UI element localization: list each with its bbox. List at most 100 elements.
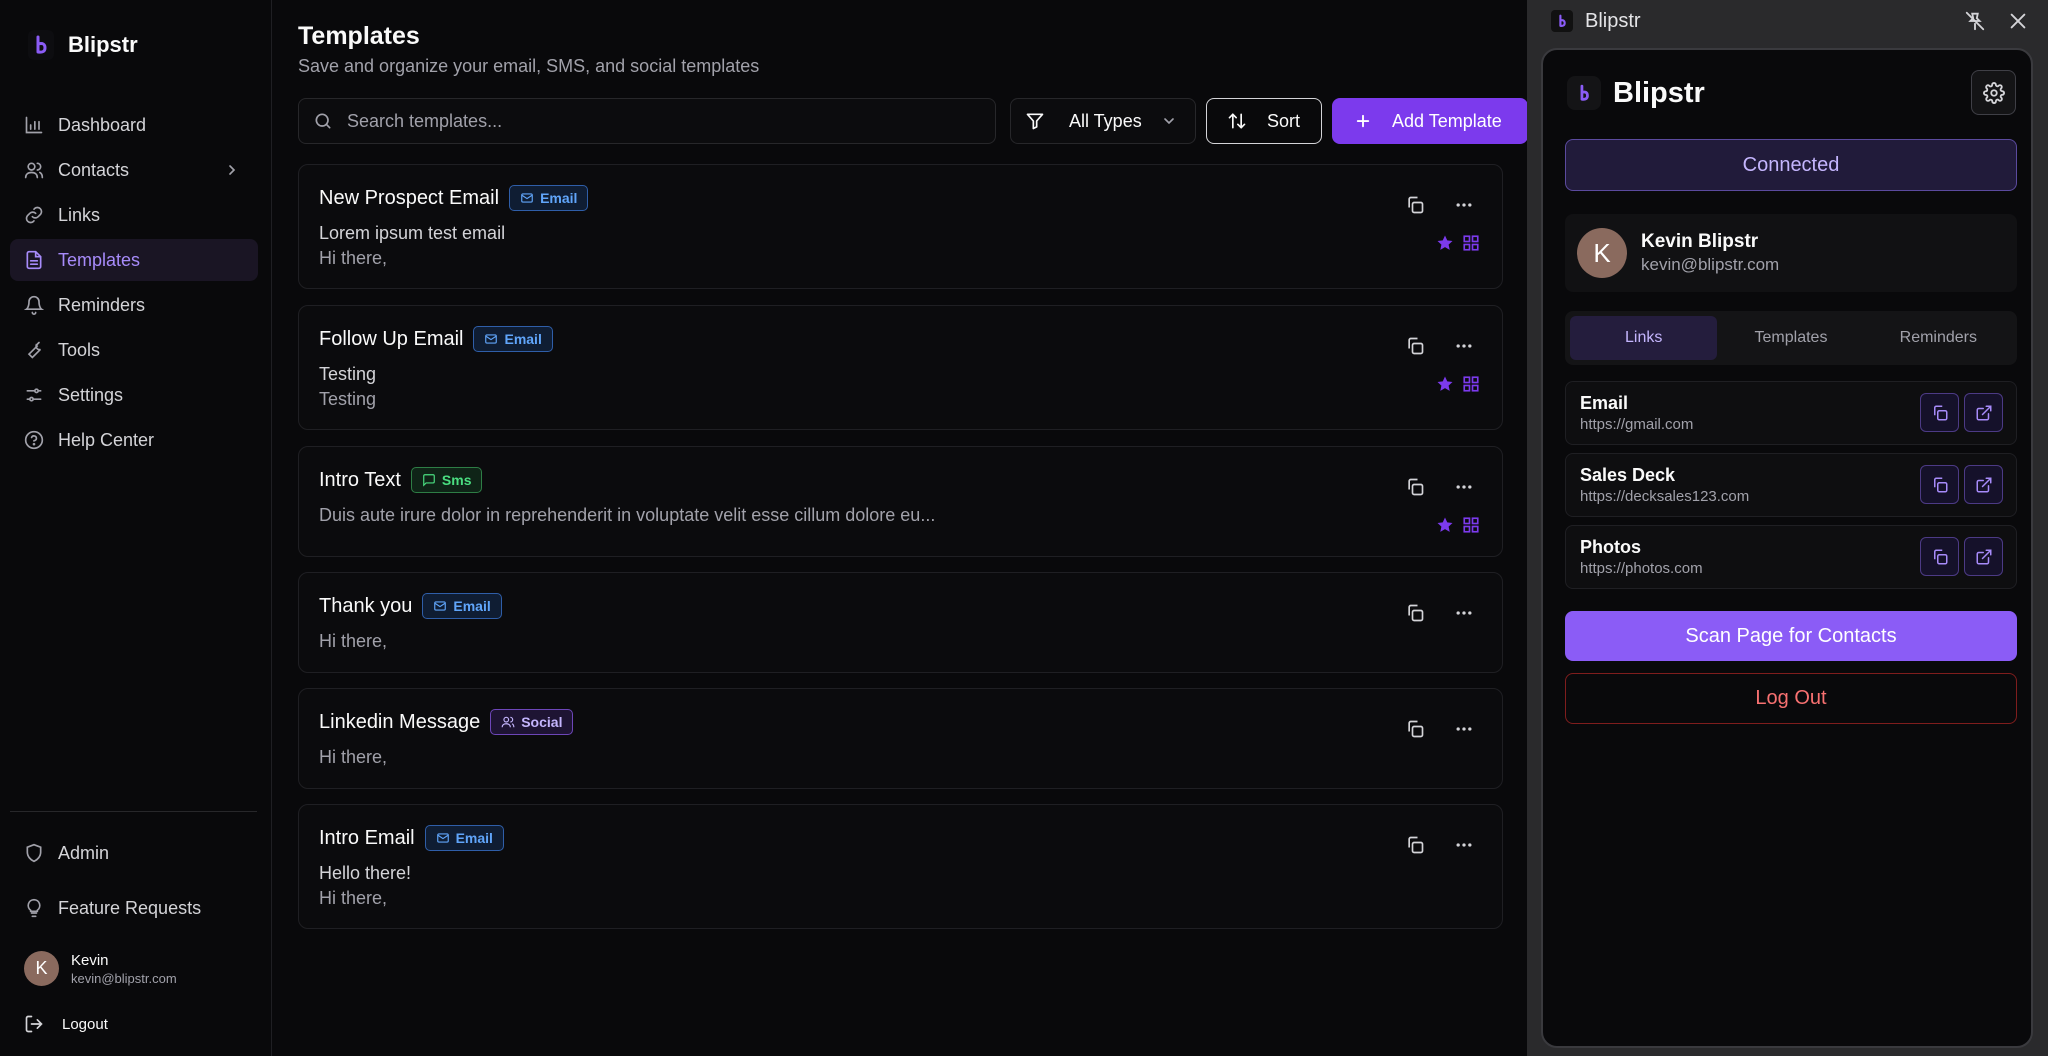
add-template-button[interactable]: Add Template <box>1332 98 1528 144</box>
open-link-button[interactable] <box>1964 393 2003 432</box>
chevron-right-icon <box>229 165 236 175</box>
nav-item-templates[interactable]: Templates <box>10 239 258 281</box>
log-out-button[interactable]: Log Out <box>1565 673 2017 724</box>
type-badge-label: Email <box>504 331 542 347</box>
sort-label: Sort <box>1267 110 1301 131</box>
copy-link-button[interactable] <box>1920 393 1959 432</box>
search-input[interactable] <box>347 110 967 132</box>
external-link-icon <box>1976 549 1991 564</box>
nav-item-contacts[interactable]: Contacts <box>10 149 258 191</box>
link-url: https://decksales123.com <box>1580 488 1750 505</box>
mail-icon <box>436 833 449 843</box>
copy-icon[interactable] <box>1405 719 1425 739</box>
users-icon <box>501 716 515 728</box>
scan-page-button[interactable]: Scan Page for Contacts <box>1565 611 2017 661</box>
template-card[interactable]: New Prospect Email Email Lorem ipsum tes… <box>298 164 1503 289</box>
star-icon[interactable] <box>1436 234 1454 252</box>
avatar: K <box>24 951 59 986</box>
type-badge: Email <box>422 593 502 619</box>
blipstr-logo-icon <box>1567 76 1601 110</box>
link-name: Email <box>1580 393 1629 413</box>
nav-item-dashboard[interactable]: Dashboard <box>10 104 258 146</box>
mail-icon <box>485 334 498 344</box>
nav-item-admin[interactable]: Admin <box>10 832 258 874</box>
more-icon[interactable] <box>1454 719 1474 739</box>
nav-item-settings[interactable]: Settings <box>10 374 258 416</box>
nav-item-reminders[interactable]: Reminders <box>10 284 258 326</box>
nav-label: Reminders <box>58 294 146 315</box>
more-icon[interactable] <box>1454 603 1474 623</box>
template-name: Follow Up Email <box>319 327 464 350</box>
template-preview-line: Hi there, <box>319 888 388 908</box>
open-link-button[interactable] <box>1964 537 2003 576</box>
grid-icon[interactable] <box>1462 375 1480 393</box>
star-icon[interactable] <box>1436 516 1454 534</box>
tab-links[interactable]: Links <box>1570 316 1718 360</box>
user-name: Kevin <box>71 951 109 969</box>
extension-side-panel: Blipstr Blipstr Connected K Kevin Blipst… <box>1527 0 2048 1056</box>
copy-icon[interactable] <box>1405 603 1425 623</box>
chevron-down-icon <box>1164 118 1174 125</box>
sort-icon <box>1228 113 1246 129</box>
close-icon[interactable] <box>2007 10 2029 32</box>
copy-icon <box>1933 549 1947 564</box>
unpin-icon[interactable] <box>1964 10 1986 32</box>
template-name: Intro Email <box>319 826 415 849</box>
copy-icon[interactable] <box>1405 835 1425 855</box>
copy-icon <box>1933 405 1947 420</box>
more-icon[interactable] <box>1454 477 1474 497</box>
template-card[interactable]: Intro Text Sms Duis aute irure dolor in … <box>298 446 1503 557</box>
sort-button[interactable]: Sort <box>1206 98 1322 144</box>
extension-brand: Blipstr <box>1567 76 1705 110</box>
lightbulb-icon <box>27 898 41 918</box>
star-icon[interactable] <box>1436 375 1454 393</box>
nav-item-links[interactable]: Links <box>10 194 258 236</box>
template-card[interactable]: Follow Up Email Email Testing Testing <box>298 305 1503 430</box>
template-card[interactable]: Thank you Email Hi there, <box>298 572 1503 673</box>
type-badge-label: Sms <box>441 472 472 488</box>
brand[interactable]: Blipstr <box>28 30 138 60</box>
template-preview-line: Hello there! <box>319 863 412 883</box>
open-link-button[interactable] <box>1964 465 2003 504</box>
copy-icon[interactable] <box>1405 477 1425 497</box>
settings-button[interactable] <box>1971 70 2016 115</box>
logout-label: Logout <box>62 1015 108 1033</box>
template-preview-line: Lorem ipsum test email <box>319 223 506 243</box>
nav-item-feature-requests[interactable]: Feature Requests <box>10 887 258 929</box>
logout-link[interactable]: Logout <box>24 1014 108 1034</box>
tab-templates[interactable]: Templates <box>1717 316 1864 360</box>
nav-label: Feature Requests <box>58 897 202 918</box>
help-icon <box>24 430 44 450</box>
plus-icon <box>1356 114 1370 128</box>
template-card[interactable]: Linkedin Message Social Hi there, <box>298 688 1503 789</box>
copy-link-button[interactable] <box>1920 537 1959 576</box>
chart-icon <box>25 116 43 134</box>
sliders-icon <box>26 388 42 402</box>
bell-icon <box>24 295 44 315</box>
template-card[interactable]: Intro Email Email Hello there! Hi there, <box>298 804 1503 929</box>
blipstr-logo-icon <box>1551 10 1573 32</box>
copy-icon[interactable] <box>1405 336 1425 356</box>
mail-icon <box>434 601 447 611</box>
more-icon[interactable] <box>1454 336 1474 356</box>
grid-icon[interactable] <box>1462 234 1480 252</box>
tab-reminders[interactable]: Reminders <box>1865 316 2012 360</box>
more-icon[interactable] <box>1454 835 1474 855</box>
nav-item-help-center[interactable]: Help Center <box>10 419 258 461</box>
template-preview-line: Hi there, <box>319 248 388 268</box>
template-name: Thank you <box>319 594 413 617</box>
current-user[interactable]: K Kevin kevin@blipstr.com <box>24 951 177 986</box>
copy-link-button[interactable] <box>1920 465 1959 504</box>
nav-label: Settings <box>58 384 124 405</box>
secondary-nav: Admin Feature Requests <box>10 832 258 942</box>
more-icon[interactable] <box>1454 195 1474 215</box>
link-url: https://gmail.com <box>1580 416 1694 433</box>
grid-icon[interactable] <box>1462 516 1480 534</box>
copy-icon[interactable] <box>1405 195 1425 215</box>
user-email: kevin@blipstr.com <box>71 970 177 986</box>
type-badge: Sms <box>410 467 483 493</box>
nav-item-tools[interactable]: Tools <box>10 329 258 371</box>
copy-icon <box>1933 477 1947 492</box>
type-filter-select[interactable]: All Types <box>1010 98 1196 144</box>
type-badge: Email <box>473 326 553 352</box>
